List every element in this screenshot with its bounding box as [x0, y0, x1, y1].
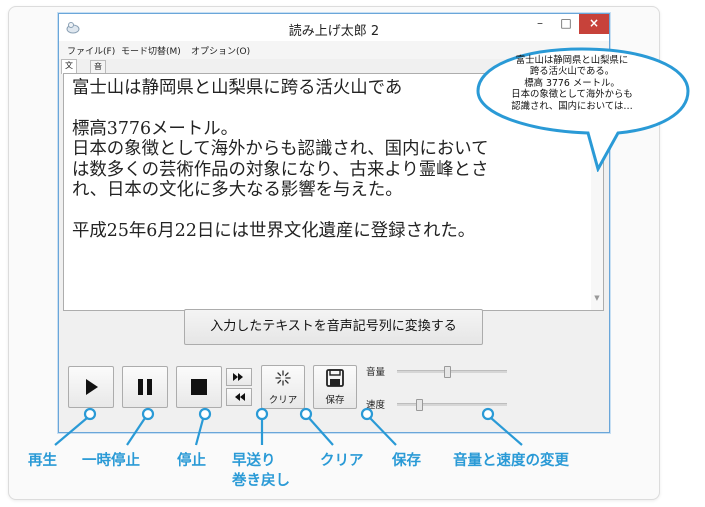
annotation-pause: 一時停止 — [82, 453, 140, 469]
tab-text[interactable]: 文章 — [61, 59, 77, 82]
annotation-fast-forward: 早送り — [232, 453, 276, 469]
text-line: 日本の象徴として海外からも認識され、国内において — [72, 139, 489, 159]
clear-button[interactable]: クリア — [261, 365, 305, 409]
text-line: 富士山は静岡県と山梨県に跨る活火山であ — [72, 78, 403, 98]
fast-forward-button[interactable] — [226, 368, 252, 386]
speed-slider-track[interactable] — [397, 403, 507, 406]
fast-forward-icon — [233, 373, 243, 381]
annotation-clear: クリア — [320, 453, 364, 469]
volume-slider-track[interactable] — [397, 370, 507, 373]
volume-slider-thumb[interactable] — [443, 366, 451, 378]
scroll-down-icon[interactable]: ▼ — [591, 288, 603, 309]
convert-to-phonetic-button[interactable]: 入力したテキストを音声記号列に変換する — [184, 309, 483, 345]
annotation-save: 保存 — [392, 453, 421, 469]
minimize-button[interactable]: – — [527, 14, 553, 34]
text-line: れ、日本の文化に多大なる影響を与えた。 — [72, 180, 403, 200]
save-button[interactable]: 保存 — [313, 365, 357, 409]
annotation-play: 再生 — [28, 453, 57, 469]
play-icon — [86, 379, 98, 395]
pause-button[interactable] — [122, 366, 168, 408]
menu-options[interactable]: オプション(O) — [191, 44, 250, 57]
text-line: は数多くの芸術作品の対象になり、古来より霊峰とさ — [72, 160, 489, 180]
menu-mode[interactable]: モード切替(M) — [121, 44, 181, 57]
bubble-line: 標高 3776 メートル。 — [524, 77, 620, 89]
speed-slider-thumb[interactable] — [416, 399, 423, 411]
annotation-volume-speed: 音量と速度の変更 — [453, 453, 569, 469]
speed-label: 速度 — [366, 400, 386, 411]
pause-icon — [138, 379, 152, 395]
playback-toolbar: クリア 保存 音量 速度 — [59, 351, 609, 432]
bubble-line: 跨る活火山である。 — [529, 66, 615, 78]
bubble-line: 認識され、国内においては… — [511, 100, 633, 112]
text-line: 標高3776メートル。 — [72, 119, 238, 139]
stop-icon — [191, 379, 207, 395]
speech-bubble-text: 富士山は静岡県と山梨県に 跨る活火山である。 標高 3776 メートル。 日本の… — [478, 55, 666, 112]
menu-file[interactable]: ファイル(F) — [67, 44, 115, 57]
clear-button-label: クリア — [268, 395, 298, 406]
text-line: 平成25年6月22日には世界文化遺産に登録された。 — [72, 221, 476, 241]
bubble-line: 日本の象徴として海外からも — [511, 89, 633, 101]
title-bar[interactable]: 読み上げ太郎 2 – □ × — [59, 14, 609, 41]
close-button[interactable]: × — [579, 14, 609, 34]
annotation-stop: 停止 — [177, 453, 206, 469]
rewind-icon — [235, 393, 245, 401]
volume-label: 音量 — [366, 367, 386, 378]
tab-phonetic[interactable]: 音声記号 — [90, 60, 106, 107]
maximize-button[interactable]: □ — [553, 14, 579, 34]
rewind-button[interactable] — [226, 388, 252, 406]
save-button-label: 保存 — [325, 395, 345, 406]
bubble-line: 富士山は静岡県と山梨県に — [515, 55, 629, 66]
play-button[interactable] — [68, 366, 114, 408]
stop-button[interactable] — [176, 366, 222, 408]
annotation-rewind: 巻き戻し — [232, 473, 290, 489]
